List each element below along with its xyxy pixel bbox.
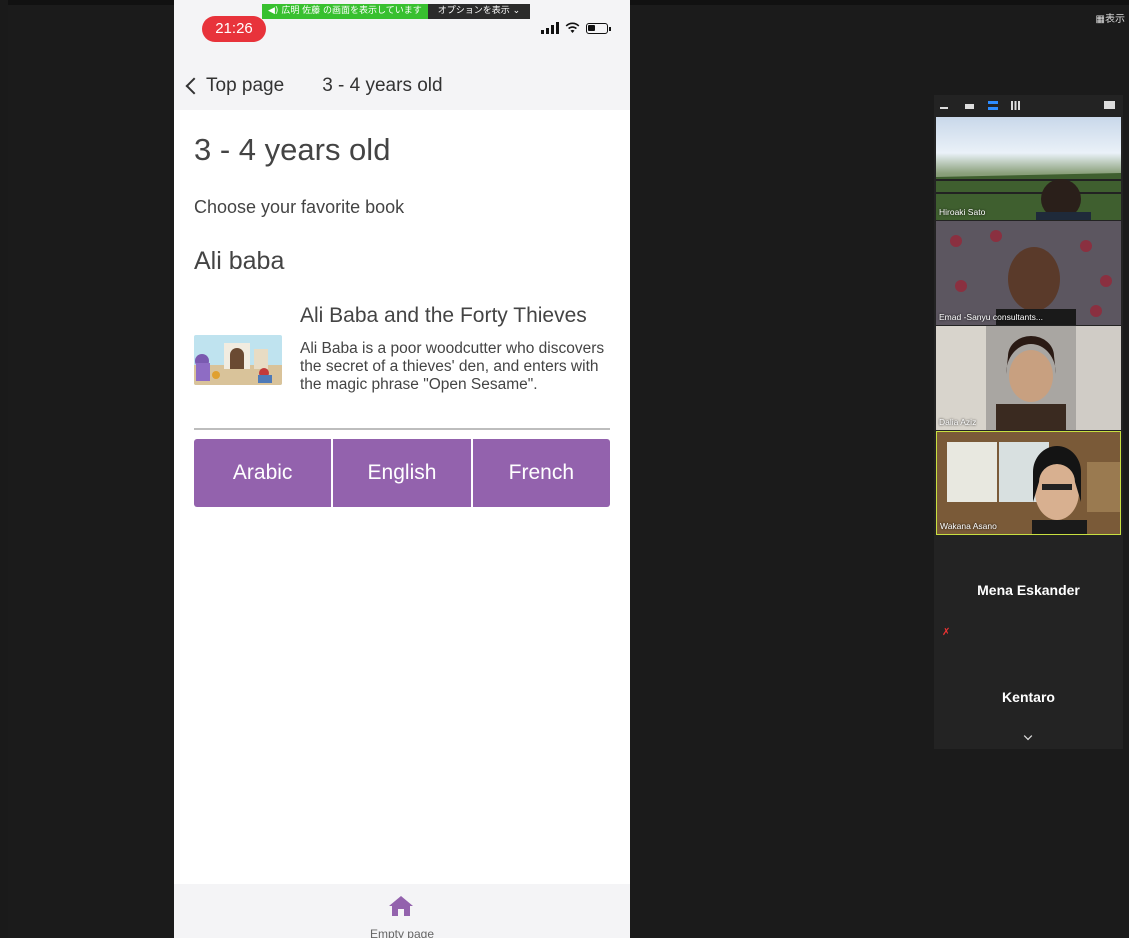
participant-tile[interactable]: Mena Eskander ✗ — [936, 536, 1121, 644]
wifi-icon — [565, 22, 580, 33]
page-title: 3 - 4 years old — [194, 132, 391, 167]
signal-icon — [541, 22, 559, 34]
left-margin — [0, 0, 8, 938]
video-feed — [936, 221, 1121, 325]
tab-bar: Empty page — [174, 884, 630, 938]
participant-name: Wakana Asano — [940, 521, 997, 531]
view-label: 表示 — [1105, 14, 1125, 25]
view-options-button[interactable]: ▦表示 — [1096, 10, 1125, 25]
book-description: Ali Baba is a poor woodcutter who discov… — [300, 340, 605, 393]
sharing-text: 広明 佐藤 の画面を表示しています — [281, 6, 422, 16]
tab-label[interactable]: Empty page — [174, 927, 630, 938]
participant-name: Dalia Aziz — [939, 417, 977, 427]
speaker-view-icon[interactable] — [965, 104, 974, 109]
participant-name: Hiroaki Sato — [939, 207, 986, 217]
back-button[interactable]: Top page — [184, 75, 284, 97]
muted-mic-icon: ✗ — [942, 627, 951, 638]
participant-tile[interactable]: Emad -Sanyu consultants... — [936, 221, 1121, 325]
chevron-left-icon — [185, 77, 203, 95]
english-button[interactable]: English — [333, 439, 471, 507]
participant-tile[interactable]: Wakana Asano — [936, 431, 1121, 535]
grid-icon: ▦ — [1095, 14, 1105, 25]
french-button[interactable]: French — [472, 439, 610, 507]
participant-name: Emad -Sanyu consultants... — [939, 312, 1043, 322]
video-feed — [937, 432, 1120, 534]
language-buttons: Arabic English French — [194, 439, 610, 507]
chevron-down-icon: ⌄ — [512, 6, 521, 16]
participant-name: Kentaro — [1002, 689, 1055, 705]
battery-icon — [586, 22, 611, 34]
screen-share-banner: ◀) 広明 佐藤 の画面を表示しています オプションを表示 ⌄ — [262, 4, 531, 19]
participant-tile[interactable]: Hiroaki Sato — [936, 117, 1121, 220]
options-button[interactable]: オプションを表示 ⌄ — [427, 4, 531, 19]
page-subtitle: Choose your favorite book — [194, 197, 405, 217]
minimize-icon[interactable] — [940, 107, 948, 109]
participant-name: Mena Eskander — [977, 582, 1080, 598]
status-bar: 21:26 ◀) 広明 佐藤 の画面を表示しています オプションを表示 ⌄ — [174, 0, 630, 62]
video-feed — [936, 173, 1121, 220]
video-feed — [936, 326, 1121, 430]
left-background — [8, 5, 174, 938]
nav-title: 3 - 4 years old — [322, 75, 443, 96]
nav-bar: Top page 3 - 4 years old — [174, 62, 630, 110]
shared-phone-screen: 21:26 ◀) 広明 佐藤 の画面を表示しています オプションを表示 ⌄ To… — [174, 0, 630, 938]
gallery-toolbar — [934, 95, 1123, 117]
options-label: オプションを表示 — [437, 6, 510, 16]
gallery-view-icon[interactable] — [1011, 101, 1020, 110]
participant-gallery: Hiroaki Sato Emad -Sanyu consultants... … — [934, 95, 1123, 749]
divider — [194, 428, 610, 430]
pin-window-icon[interactable] — [1104, 101, 1115, 109]
back-label: Top page — [206, 75, 285, 96]
strip-view-icon[interactable] — [988, 101, 998, 110]
participant-tile[interactable]: Kentaro — [936, 645, 1121, 741]
book-title: Ali Baba and the Forty Thieves — [300, 304, 587, 327]
section-title: Ali baba — [194, 247, 285, 275]
status-icons — [541, 22, 611, 34]
page-content: 3 - 4 years old Choose your favorite boo… — [174, 110, 630, 884]
book-card[interactable]: Ali Baba and the Forty Thieves Ali Baba … — [194, 300, 610, 428]
arabic-button[interactable]: Arabic — [194, 439, 332, 507]
home-icon[interactable] — [388, 894, 414, 918]
speaker-icon: ◀) — [268, 6, 279, 16]
sharing-indicator: ◀) 広明 佐藤 の画面を表示しています — [262, 4, 428, 19]
status-time: 21:26 — [202, 16, 266, 42]
participant-tile[interactable]: Dalia Aziz — [936, 326, 1121, 430]
book-thumbnail — [194, 335, 282, 385]
